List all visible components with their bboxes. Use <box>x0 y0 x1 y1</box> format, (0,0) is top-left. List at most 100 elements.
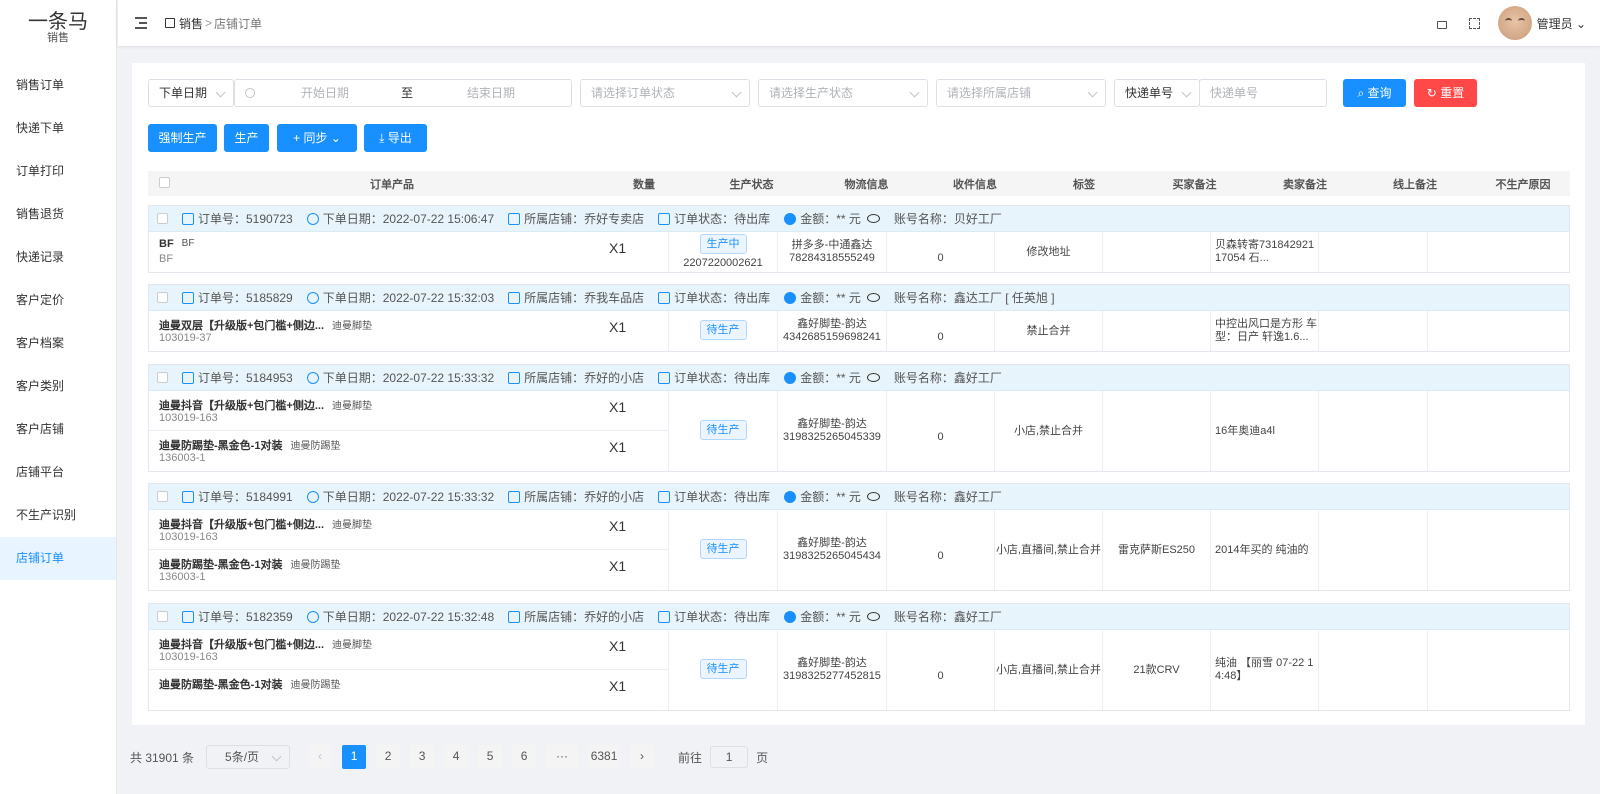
receiver-cell: 0 <box>887 510 995 590</box>
seller-note-cell: 纯油 【丽雪 07-22 1 4:48】 <box>1211 630 1319 710</box>
online-note-cell <box>1319 391 1428 471</box>
order-status-placeholder: 请选择订单状态 <box>591 86 676 100</box>
express-type-value: 快递单号 <box>1125 86 1174 100</box>
no-production-reason-cell <box>1428 391 1535 471</box>
sync-dropdown-button[interactable]: + 同步 ⌄ <box>277 124 357 152</box>
end-date-input[interactable]: 结束日期 <box>467 80 515 106</box>
product-name: 迪曼防踢垫-黑金色-1对装 <box>159 679 283 691</box>
reset-button[interactable]: ↻ 重置 <box>1414 79 1477 107</box>
sidebar-item[interactable]: 不生产识别 <box>0 494 116 537</box>
col-header: 买家备注 <box>1172 178 1217 191</box>
order-amount: 金额：** 元 <box>800 610 861 624</box>
eye-icon[interactable] <box>866 612 880 621</box>
search-button[interactable]: ⌕ 查询 <box>1343 79 1406 107</box>
sidebar-item[interactable]: 订单打印 <box>0 150 116 193</box>
order-product: BF BF BF X1 <box>149 232 668 272</box>
next-page-button[interactable]: › <box>630 745 655 769</box>
breadcrumb-current: 店铺订单 <box>214 16 263 31</box>
breadcrumb-home-icon <box>165 18 175 28</box>
page-button[interactable]: 6 <box>512 745 537 769</box>
sidebar-item[interactable]: 客户定价 <box>0 279 116 322</box>
order-checkbox[interactable] <box>157 611 168 622</box>
eye-icon[interactable] <box>866 373 880 382</box>
prev-page-button[interactable]: ‹ <box>308 745 333 769</box>
order-date: 下单日期：2022-07-22 15:32:48 <box>322 610 495 624</box>
order-header: 订单号：5184991 下单日期：2022-07-22 15:33:32 所属店… <box>149 484 1569 510</box>
date-type-select[interactable]: 下单日期 <box>148 79 234 107</box>
breadcrumb-home[interactable]: 销售 <box>179 15 203 32</box>
goto-label: 前往 <box>678 750 703 765</box>
sidebar-item[interactable]: 快递下单 <box>0 107 116 150</box>
user-menu[interactable]: 管理员 ⌄ <box>1537 15 1586 32</box>
search-label: 查询 <box>1367 86 1392 100</box>
page-button[interactable]: ··· <box>546 745 579 769</box>
order-product: 迪曼防踢垫-黑金色-1对装 迪曼防踢垫 X1 <box>149 670 668 710</box>
page-button[interactable]: 5 <box>478 745 503 769</box>
sidebar-item[interactable]: 客户类别 <box>0 365 116 408</box>
table-header: 订单产品 数量 生产状态 物流信息 收件信息 标签 买家备注 卖家备注 线上备注… <box>148 171 1570 196</box>
start-date-input[interactable]: 开始日期 <box>301 80 349 106</box>
sidebar-item[interactable]: 销售订单 <box>0 64 116 107</box>
status-icon <box>658 490 671 503</box>
order-checkbox[interactable] <box>157 213 168 224</box>
product-quantity: X1 <box>609 319 627 335</box>
product-code: 103019-163 <box>159 412 218 424</box>
order-status: 订单状态：待出库 <box>674 371 771 385</box>
select-all-checkbox[interactable] <box>158 176 170 188</box>
express-number-input[interactable]: 快递单号 <box>1199 79 1327 107</box>
store-select[interactable]: 请选择所属店铺 <box>936 79 1106 107</box>
force-produce-button[interactable]: 强制生产 <box>148 124 217 152</box>
eye-icon[interactable] <box>866 214 880 223</box>
page-button[interactable]: 1 <box>342 745 367 769</box>
page-button[interactable]: 4 <box>444 745 469 769</box>
sidebar-item[interactable]: 店铺订单 <box>0 537 116 580</box>
production-status-select[interactable]: 请选择生产状态 <box>758 79 928 107</box>
production-status-badge: 生产中 <box>699 234 747 254</box>
page-button[interactable]: 3 <box>410 745 435 769</box>
product-spec: 迪曼防踢垫 <box>290 680 341 691</box>
order-checkbox[interactable] <box>157 292 168 303</box>
store-placeholder: 请选择所属店铺 <box>947 86 1032 100</box>
order-products: 迪曼双层【升级版+包门槛+侧边... 迪曼脚垫 103019-37 X1 <box>149 311 669 351</box>
order-product: 迪曼防踢垫-黑金色-1对装 迪曼防踢垫 136003-1 X1 <box>149 431 668 471</box>
order-checkbox[interactable] <box>157 491 168 502</box>
menu-fold-icon[interactable] <box>135 17 149 29</box>
export-button[interactable]: ⤓ 导出 <box>364 124 427 152</box>
avatar[interactable] <box>1497 6 1532 40</box>
eye-icon[interactable] <box>866 492 880 501</box>
express-type-select[interactable]: 快递单号 <box>1114 79 1200 107</box>
order-status: 订单状态：待出库 <box>674 610 771 624</box>
goto-page-input[interactable]: 1 <box>710 746 749 768</box>
order-status-select[interactable]: 请选择订单状态 <box>580 79 750 107</box>
fullscreen-icon[interactable] <box>1468 17 1480 29</box>
product-code: BF <box>159 253 174 265</box>
produce-button[interactable]: 生产 <box>224 124 269 152</box>
money-icon <box>784 610 797 623</box>
money-icon <box>784 291 797 304</box>
sidebar-item[interactable]: 店铺平台 <box>0 451 116 494</box>
date-range-picker[interactable]: 开始日期 至 结束日期 <box>234 79 572 107</box>
product-spec: 迪曼脚垫 <box>332 640 373 651</box>
order-body: 迪曼抖音【升级版+包门槛+侧边... 迪曼脚垫 103019-163 X1 迪曼… <box>149 630 1569 710</box>
order-status: 订单状态：待出库 <box>674 291 771 305</box>
status-icon <box>658 291 671 304</box>
lock-icon[interactable] <box>1436 21 1447 29</box>
production-status-badge: 待生产 <box>699 538 747 559</box>
page-size-select[interactable]: 5条/页 <box>206 745 291 769</box>
product-spec: BF <box>181 238 195 249</box>
clock-icon <box>306 490 319 503</box>
order-checkbox[interactable] <box>157 372 168 383</box>
order-number: 订单号：5184953 <box>198 371 293 385</box>
receiver-cell: 0 <box>887 391 995 471</box>
sidebar-item[interactable]: 客户档案 <box>0 322 116 365</box>
sidebar-item[interactable]: 销售退货 <box>0 193 116 236</box>
page-button[interactable]: 6381 <box>588 745 621 769</box>
page-button[interactable]: 2 <box>376 745 401 769</box>
order-number-icon <box>182 371 194 384</box>
sidebar-item[interactable]: 客户店铺 <box>0 408 116 451</box>
eye-icon[interactable] <box>866 293 880 302</box>
order-product: 迪曼防踢垫-黑金色-1对装 迪曼防踢垫 136003-1 X1 <box>149 550 668 590</box>
chevron-down-icon <box>271 751 282 762</box>
sidebar-item[interactable]: 快递记录 <box>0 236 116 279</box>
logo-subtitle: 销售 <box>47 32 69 44</box>
